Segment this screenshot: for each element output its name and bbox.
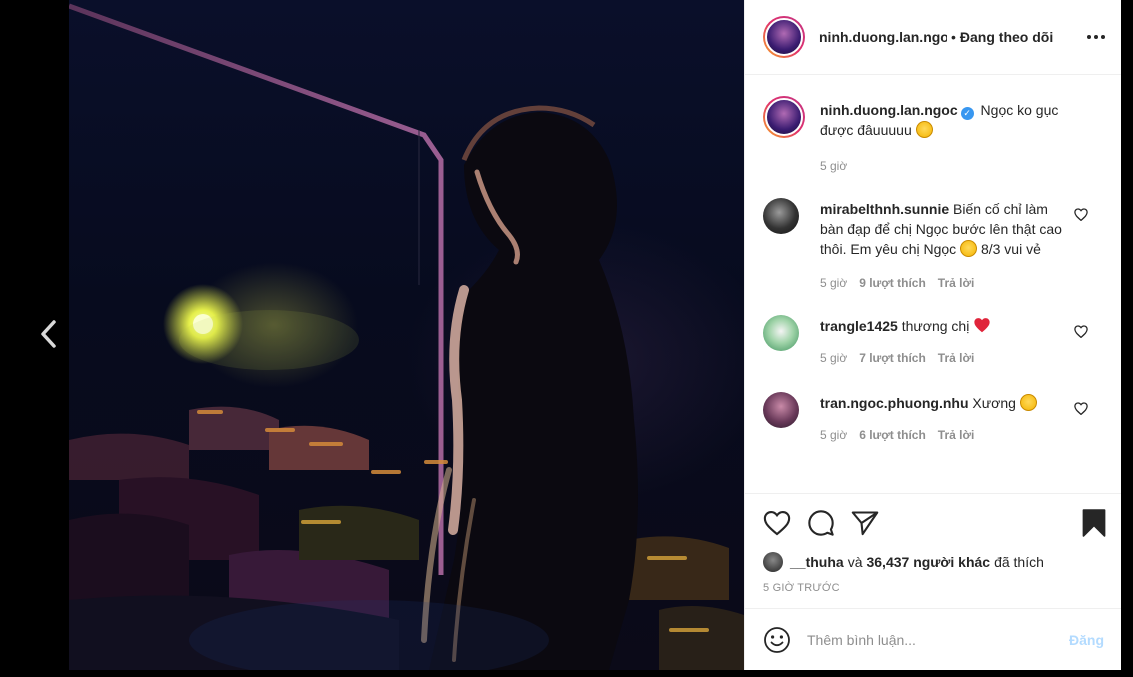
caption-time[interactable]: 5 giờ	[820, 156, 847, 176]
comment-text: mirabelthnh.sunnie Biến cố chỉ làm bàn đ…	[820, 199, 1068, 259]
post-comment-button[interactable]: Đăng	[1069, 632, 1104, 648]
author-avatar[interactable]	[763, 16, 805, 58]
emoji-icon[interactable]	[763, 626, 791, 654]
caption-line-2: được đâuuuuu	[820, 122, 912, 138]
post-modal: ninh.duong.lan.ngoc • Đang theo dõi ninh…	[0, 0, 1133, 677]
comment-text: trangle1425 thương chị	[820, 316, 1068, 336]
comment-text: tran.ngoc.phuong.nhu Xương	[820, 393, 1068, 413]
comment-body-tail: 8/3 vui vẻ	[980, 241, 1041, 257]
comment-icon[interactable]	[807, 509, 835, 537]
comment-time[interactable]: 5 giờ	[820, 425, 847, 445]
comments-list: ninh.duong.lan.ngoc ✓ Ngọc ko gục được đâ…	[745, 76, 1122, 492]
post-actions: __thuha và 36,437 người khác đã thích 5 …	[745, 493, 1122, 608]
comment-like-heart-icon[interactable]	[1074, 208, 1088, 221]
likes-summary: __thuha và 36,437 người khác đã thích	[763, 552, 1106, 572]
more-icon[interactable]	[1087, 27, 1105, 47]
heart-eyes-emoji-icon	[1019, 394, 1037, 411]
liker-avatar[interactable]	[763, 552, 783, 572]
comment-time[interactable]: 5 giờ	[820, 348, 847, 368]
comment-like-heart-icon[interactable]	[1074, 325, 1088, 338]
comment-body: Xương	[972, 395, 1016, 411]
comment-likes[interactable]: 6 lượt thích	[859, 425, 926, 445]
likes-connector: và	[847, 554, 863, 570]
smiling-emoji-icon	[915, 121, 933, 138]
reply-button[interactable]: Trả lời	[938, 425, 975, 445]
post-photo-drawing	[69, 3, 744, 670]
previous-post-button[interactable]	[30, 312, 66, 356]
comment-username[interactable]: mirabelthnh.sunnie	[820, 201, 949, 217]
post-image	[69, 0, 744, 670]
verified-badge-icon: ✓	[960, 107, 974, 120]
caption-avatar[interactable]	[763, 96, 805, 138]
commenter-avatar[interactable]	[763, 392, 799, 428]
comment-likes[interactable]: 7 lượt thích	[859, 348, 926, 368]
comment-likes[interactable]: 9 lượt thích	[859, 273, 926, 293]
caption-line-1: Ngọc ko gục	[980, 102, 1059, 118]
page-edge	[1121, 0, 1133, 670]
comment-like-heart-icon[interactable]	[1074, 402, 1088, 415]
comment-item: tran.ngoc.phuong.nhu Xương 5 giờ 6 lượt …	[745, 392, 1122, 445]
author-username[interactable]: ninh.duong.lan.ngoc	[819, 29, 947, 45]
caption-text: ninh.duong.lan.ngoc ✓ Ngọc ko gục được đâ…	[820, 100, 1068, 140]
commenter-avatar[interactable]	[763, 198, 799, 234]
comment-username[interactable]: tran.ngoc.phuong.nhu	[820, 395, 969, 411]
likes-count[interactable]: 36,437 người khác	[866, 554, 990, 570]
comment-username[interactable]: trangle1425	[820, 318, 898, 334]
share-icon[interactable]	[851, 510, 879, 536]
reply-button[interactable]: Trả lời	[938, 273, 975, 293]
comment-body: thương chị	[901, 318, 970, 334]
chevron-left-icon	[41, 320, 56, 348]
comment-item: trangle1425 thương chị 5 giờ 7 lượt thíc…	[745, 315, 1122, 368]
post-header: ninh.duong.lan.ngoc • Đang theo dõi	[745, 0, 1121, 75]
bookmark-icon[interactable]	[1082, 509, 1106, 537]
follow-status-button[interactable]: Đang theo dõi	[960, 29, 1053, 45]
caption: ninh.duong.lan.ngoc ✓ Ngọc ko gục được đâ…	[745, 96, 1122, 176]
post-details-panel: ninh.duong.lan.ngoc • Đang theo dõi ninh…	[744, 0, 1122, 670]
heart-icon[interactable]	[763, 510, 791, 536]
add-comment-bar: Đăng	[745, 608, 1122, 670]
reply-button[interactable]: Trả lời	[938, 348, 975, 368]
liker-username[interactable]: __thuha	[790, 554, 844, 570]
comment-input[interactable]	[807, 631, 1047, 648]
comment-item: mirabelthnh.sunnie Biến cố chỉ làm bàn đ…	[745, 198, 1122, 293]
comment-time[interactable]: 5 giờ	[820, 273, 847, 293]
kissing-face-emoji-icon	[960, 240, 978, 257]
caption-username[interactable]: ninh.duong.lan.ngoc	[820, 102, 958, 118]
likes-suffix: đã thích	[994, 554, 1044, 570]
post-timestamp[interactable]: 5 GIỜ TRƯỚC	[763, 582, 1106, 594]
commenter-avatar[interactable]	[763, 315, 799, 351]
red-heart-emoji-icon	[974, 318, 990, 333]
separator-dot: •	[951, 29, 956, 45]
